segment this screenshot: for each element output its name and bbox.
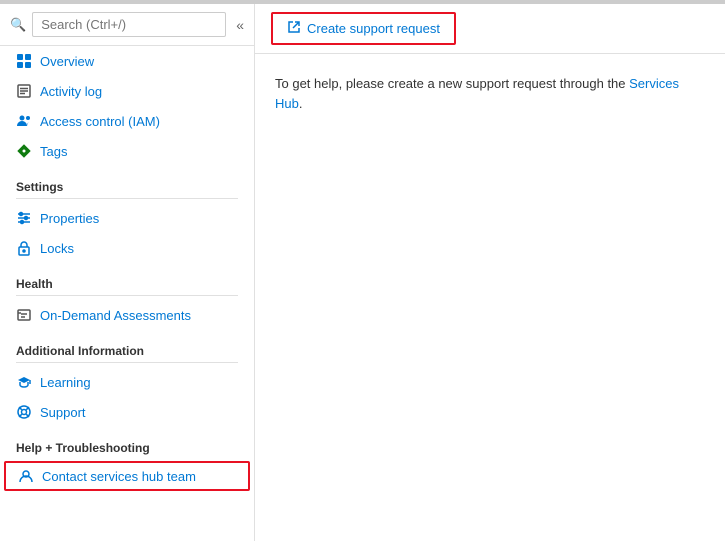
- sidebar-item-learning[interactable]: Learning: [0, 367, 254, 397]
- sidebar-item-overview[interactable]: Overview: [0, 46, 254, 76]
- person-group-icon: [16, 113, 32, 129]
- settings-divider: [16, 198, 238, 199]
- lock-icon: [16, 240, 32, 256]
- sidebar-item-contact-label: Contact services hub team: [42, 469, 196, 484]
- sidebar-item-overview-label: Overview: [40, 54, 94, 69]
- sidebar-item-tags[interactable]: Tags: [0, 136, 254, 166]
- toolbar: Create support request: [255, 4, 725, 54]
- sidebar-item-tags-label: Tags: [40, 144, 67, 159]
- sliders-icon: [16, 210, 32, 226]
- sidebar-item-on-demand-label: On-Demand Assessments: [40, 308, 191, 323]
- health-divider: [16, 295, 238, 296]
- health-section-header: Health: [0, 267, 254, 295]
- sidebar-item-activity-log[interactable]: Activity log: [0, 76, 254, 106]
- main-layout: 🔍 « Overview Acti: [0, 4, 725, 541]
- search-input[interactable]: [32, 12, 226, 37]
- sidebar-item-contact[interactable]: Contact services hub team: [4, 461, 250, 491]
- collapse-button[interactable]: «: [232, 15, 248, 35]
- main-content: Create support request To get help, plea…: [255, 4, 725, 541]
- contact-icon: [18, 468, 34, 484]
- search-box: 🔍 «: [0, 4, 254, 46]
- support-icon: [16, 404, 32, 420]
- create-support-button-label: Create support request: [307, 21, 440, 36]
- content-body: To get help, please create a new support…: [255, 54, 725, 541]
- services-hub-link[interactable]: Services Hub: [275, 76, 679, 111]
- help-text: To get help, please create a new support…: [275, 74, 705, 113]
- sidebar-item-properties[interactable]: Properties: [0, 203, 254, 233]
- list-icon: [16, 83, 32, 99]
- sidebar-item-access-control-label: Access control (IAM): [40, 114, 160, 129]
- sidebar-item-on-demand[interactable]: On-Demand Assessments: [0, 300, 254, 330]
- sidebar-item-access-control[interactable]: Access control (IAM): [0, 106, 254, 136]
- sidebar-item-locks[interactable]: Locks: [0, 233, 254, 263]
- settings-section-header: Settings: [0, 170, 254, 198]
- grid-icon: [16, 53, 32, 69]
- external-link-icon: [287, 20, 301, 37]
- sidebar-item-activity-log-label: Activity log: [40, 84, 102, 99]
- help-section-header: Help + Troubleshooting: [0, 431, 254, 459]
- additional-info-divider: [16, 362, 238, 363]
- search-icon: 🔍: [10, 17, 26, 33]
- sidebar-item-locks-label: Locks: [40, 241, 74, 256]
- sidebar-item-support-label: Support: [40, 405, 86, 420]
- additional-info-section-header: Additional Information: [0, 334, 254, 362]
- create-support-button[interactable]: Create support request: [271, 12, 456, 45]
- sidebar-item-learning-label: Learning: [40, 375, 91, 390]
- tag-icon: [16, 143, 32, 159]
- sidebar-item-properties-label: Properties: [40, 211, 99, 226]
- learning-icon: [16, 374, 32, 390]
- assessment-icon: [16, 307, 32, 323]
- sidebar: 🔍 « Overview Acti: [0, 4, 255, 541]
- sidebar-item-support[interactable]: Support: [0, 397, 254, 427]
